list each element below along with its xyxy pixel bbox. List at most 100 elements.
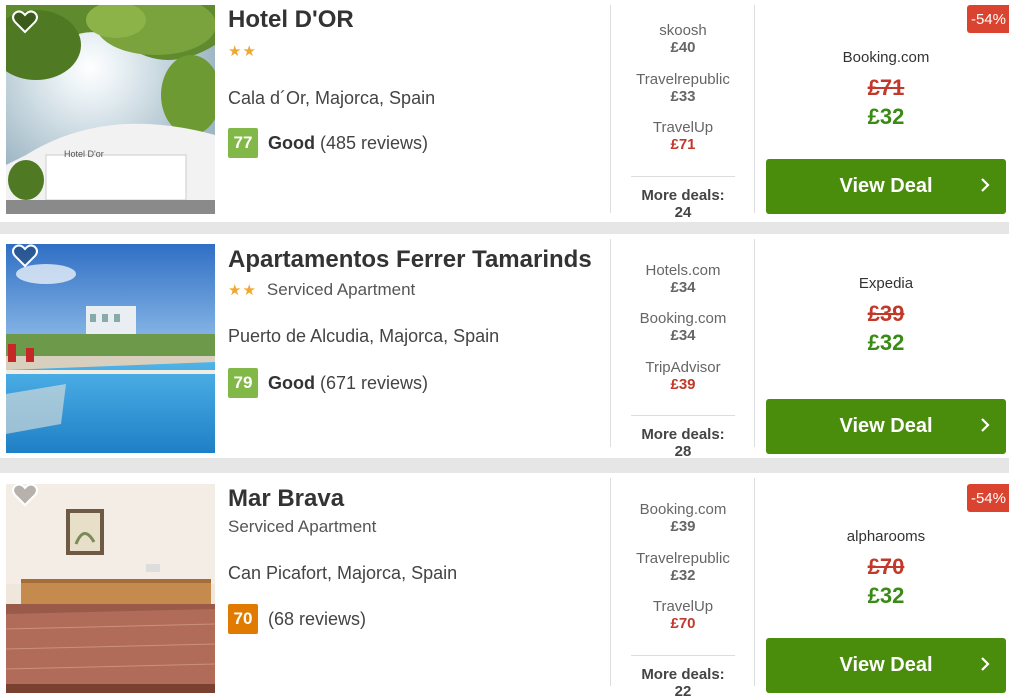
heart-icon[interactable] xyxy=(12,10,38,34)
more-deals-link[interactable]: More deals: 22 xyxy=(631,655,735,699)
hotel-photo[interactable]: Hotel D'or xyxy=(6,5,215,214)
deal-item[interactable]: Travelrepublic £33 xyxy=(612,71,754,105)
review-score-badge: 70 xyxy=(228,604,258,634)
hotel-name[interactable]: Hotel D'OR xyxy=(228,6,593,34)
best-deal: -54% alpharooms £70 £32 View Deal xyxy=(756,473,1009,699)
discount-badge: -54% xyxy=(967,5,1009,33)
star-rating-icon: ★★ xyxy=(228,282,257,299)
hotel-card[interactable]: Mar Brava Serviced Apartment Can Picafor… xyxy=(0,473,1009,699)
deal-provider: Hotels.com xyxy=(645,262,721,279)
hotel-location[interactable]: Cala d´Or, Majorca, Spain xyxy=(228,88,435,109)
review-rating[interactable]: 77 Good (485 reviews) xyxy=(228,128,428,158)
deal-item[interactable]: Travelrepublic £32 xyxy=(612,550,754,584)
chevron-right-icon xyxy=(981,178,990,192)
deal-price: £34 xyxy=(670,327,696,344)
heart-icon[interactable] xyxy=(12,244,38,268)
deal-item[interactable]: Booking.com £34 xyxy=(612,310,754,344)
deal-provider: TravelUp xyxy=(652,598,714,615)
best-deal: -54% Booking.com £71 £32 View Deal xyxy=(756,0,1009,222)
hotel-photo[interactable] xyxy=(6,484,215,693)
hotel-info: Apartamentos Ferrer Tamarinds ★★ Service… xyxy=(228,234,598,458)
hotel-info: Hotel D'OR ★★ Cala d´Or, Majorca, Spain … xyxy=(228,0,598,222)
hotel-class-row: ★★ Serviced Apartment xyxy=(228,280,415,300)
hotel-name[interactable]: Apartamentos Ferrer Tamarinds xyxy=(228,246,593,274)
review-rating[interactable]: 70 (68 reviews) xyxy=(228,604,366,634)
property-type: Serviced Apartment xyxy=(228,517,377,536)
deal-item[interactable]: Booking.com £39 xyxy=(612,501,754,535)
deal-provider: TravelUp xyxy=(652,119,714,136)
hotel-photo[interactable] xyxy=(6,244,215,453)
hotel-location[interactable]: Can Picafort, Majorca, Spain xyxy=(228,563,457,584)
star-rating-icon: ★★ xyxy=(228,43,257,60)
deal-price: £34 xyxy=(670,279,696,296)
discount-badge: -54% xyxy=(967,484,1009,512)
other-deals: Hotels.com £34 Booking.com £34 TripAdvis… xyxy=(612,234,754,458)
deal-price-main: £32 xyxy=(867,330,905,355)
deal-price: £40 xyxy=(670,39,696,56)
review-summary: Good (671 reviews) xyxy=(268,373,428,394)
view-deal-label: View Deal xyxy=(839,654,933,676)
deal-provider: skoosh xyxy=(659,22,707,39)
hotel-class-row: ★★ xyxy=(228,42,257,60)
hotel-results-list: Hotel D'or Hotel D'OR ★★ Cala d´Or, Majo… xyxy=(0,0,1009,699)
deal-item[interactable]: Hotels.com £34 xyxy=(612,262,754,296)
deal-price-main: £32 xyxy=(867,583,905,608)
view-deal-button[interactable]: View Deal xyxy=(766,399,1006,454)
deal-item[interactable]: TravelUp £71 xyxy=(612,119,754,153)
chevron-right-icon xyxy=(981,657,990,671)
deal-provider: Booking.com xyxy=(639,501,727,518)
deal-provider: Booking.com xyxy=(639,310,727,327)
divider xyxy=(754,239,755,447)
chevron-right-icon xyxy=(981,418,990,432)
more-deals-link[interactable]: More deals: 28 xyxy=(631,415,735,458)
review-count: (671 reviews) xyxy=(320,372,429,393)
review-rating[interactable]: 79 Good (671 reviews) xyxy=(228,368,428,398)
rating-word: Good xyxy=(268,132,315,153)
view-deal-label: View Deal xyxy=(839,175,933,197)
original-price: £39 xyxy=(867,301,905,326)
heart-icon[interactable] xyxy=(12,483,38,507)
divider xyxy=(754,478,755,686)
deal-item[interactable]: TravelUp £70 xyxy=(612,598,754,632)
hotel-name[interactable]: Mar Brava xyxy=(228,485,593,513)
review-count: (485 reviews) xyxy=(320,132,429,153)
divider xyxy=(610,239,611,447)
hotel-class-row: Serviced Apartment xyxy=(228,517,376,537)
best-deal-provider: Booking.com xyxy=(842,49,930,66)
deal-price: £71 xyxy=(670,136,696,153)
best-deal-provider: Expedia xyxy=(858,275,914,292)
best-deal: Expedia £39 £32 View Deal xyxy=(756,234,1009,458)
best-deal-provider: alpharooms xyxy=(846,528,926,545)
review-score-badge: 77 xyxy=(228,128,258,158)
original-price: £70 xyxy=(867,554,905,579)
hotel-card[interactable]: Apartamentos Ferrer Tamarinds ★★ Service… xyxy=(0,234,1009,458)
deal-provider: Travelrepublic xyxy=(636,550,730,567)
deal-item[interactable]: TripAdvisor £39 xyxy=(612,359,754,393)
review-summary: Good (485 reviews) xyxy=(268,133,428,154)
deal-provider: TripAdvisor xyxy=(645,359,721,376)
view-deal-button[interactable]: View Deal xyxy=(766,159,1006,214)
property-type: Serviced Apartment xyxy=(266,280,416,299)
deal-price: £39 xyxy=(670,518,696,535)
other-deals: skoosh £40 Travelrepublic £33 TravelUp £… xyxy=(612,0,754,222)
rating-word: Good xyxy=(268,372,315,393)
hotel-location[interactable]: Puerto de Alcudia, Majorca, Spain xyxy=(228,326,499,347)
deal-price: £33 xyxy=(670,88,696,105)
original-price: £71 xyxy=(867,75,905,100)
deal-price: £39 xyxy=(670,376,696,393)
review-count: (68 reviews) xyxy=(268,608,367,629)
review-score-badge: 79 xyxy=(228,368,258,398)
other-deals: Booking.com £39 Travelrepublic £32 Trave… xyxy=(612,473,754,699)
view-deal-label: View Deal xyxy=(839,415,933,437)
divider xyxy=(610,478,611,686)
hotel-photo-image: Hotel D'or xyxy=(6,5,215,214)
view-deal-button[interactable]: View Deal xyxy=(766,638,1006,693)
deal-price-main: £32 xyxy=(867,104,905,129)
more-deals-link[interactable]: More deals: 24 xyxy=(631,176,735,221)
hotel-photo-image xyxy=(6,244,215,453)
divider xyxy=(754,5,755,213)
deal-item[interactable]: skoosh £40 xyxy=(612,22,754,56)
hotel-info: Mar Brava Serviced Apartment Can Picafor… xyxy=(228,473,598,699)
divider xyxy=(610,5,611,213)
hotel-card[interactable]: Hotel D'or Hotel D'OR ★★ Cala d´Or, Majo… xyxy=(0,0,1009,222)
